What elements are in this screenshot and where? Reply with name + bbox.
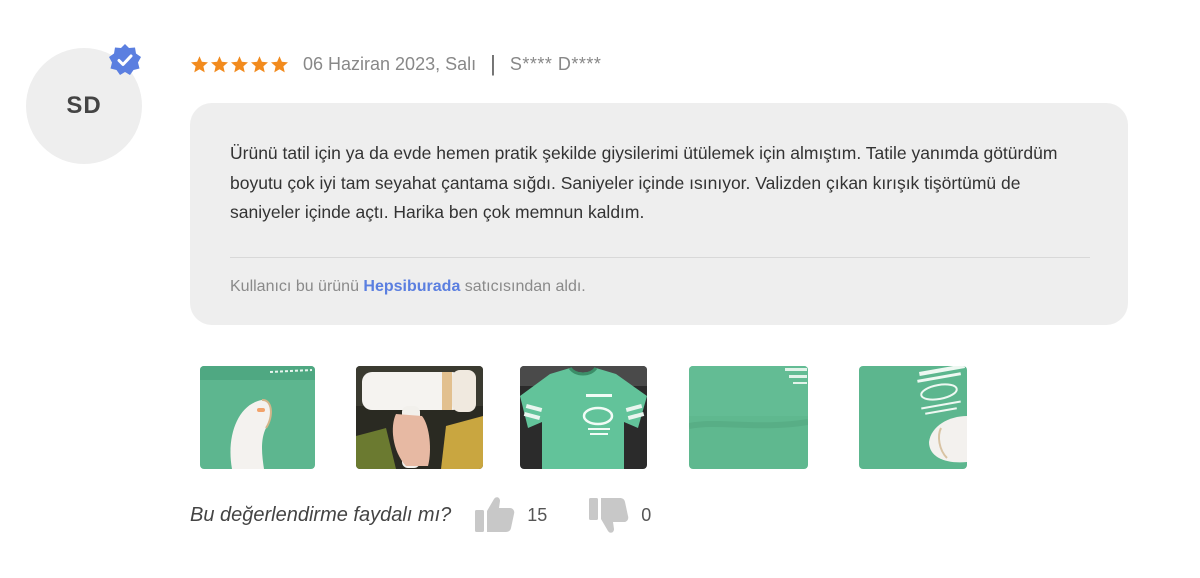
avatar-initials: SD — [66, 92, 102, 119]
review-photo-5[interactable] — [859, 366, 967, 469]
review-meta: 06 Haziran 2023, Salı | S**** D**** — [190, 50, 601, 78]
star-rating — [190, 55, 289, 74]
green-shirt-print-steamer-photo-icon — [859, 366, 967, 469]
verified-badge-icon — [109, 44, 141, 75]
review-photo-2[interactable] — [356, 366, 483, 469]
divider — [230, 256, 1090, 258]
review-text: Ürünü tatil için ya da evde hemen pratik… — [230, 143, 1058, 222]
review-photo-1[interactable] — [200, 366, 315, 469]
review-date: 06 Haziran 2023, Salı — [303, 53, 477, 74]
like-button[interactable]: 15 — [475, 496, 547, 534]
reviewer-name: S**** D**** — [509, 53, 602, 74]
seller-link[interactable]: Hepsiburada — [363, 278, 460, 295]
helpful-section: Bu değerlendirme faydalı mı? 15 0 — [190, 496, 651, 534]
thumbs-up-icon — [475, 497, 515, 532]
seller-prefix: Kullanıcı bu ürünü — [230, 277, 364, 295]
white-steamer-in-hand-photo-icon — [356, 366, 483, 469]
meta-separator: | — [490, 51, 496, 76]
seller-info: Kullanıcı bu ürünü Hepsiburada satıcısın… — [230, 278, 1088, 296]
thumbs-down-icon — [589, 498, 629, 533]
seller-suffix: satıcısından aldı. — [460, 277, 586, 295]
green-tshirt-photo-icon — [520, 366, 647, 469]
green-shirt-steamer-photo-icon — [200, 366, 315, 469]
star-icon — [251, 55, 268, 72]
dislike-button[interactable]: 0 — [589, 496, 651, 534]
star-icon — [271, 55, 288, 72]
like-count: 15 — [527, 504, 548, 525]
helpful-question: Bu değerlendirme faydalı mı? — [190, 503, 452, 526]
dislike-count: 0 — [641, 504, 652, 525]
star-icon — [191, 55, 208, 72]
review-photo-3[interactable] — [520, 366, 647, 469]
star-icon — [211, 55, 228, 72]
star-icon — [231, 55, 248, 72]
green-fabric-closeup-photo-icon — [689, 366, 808, 469]
review-photo-4[interactable] — [689, 366, 808, 469]
review-bubble: Ürünü tatil için ya da evde hemen pratik… — [190, 103, 1128, 325]
